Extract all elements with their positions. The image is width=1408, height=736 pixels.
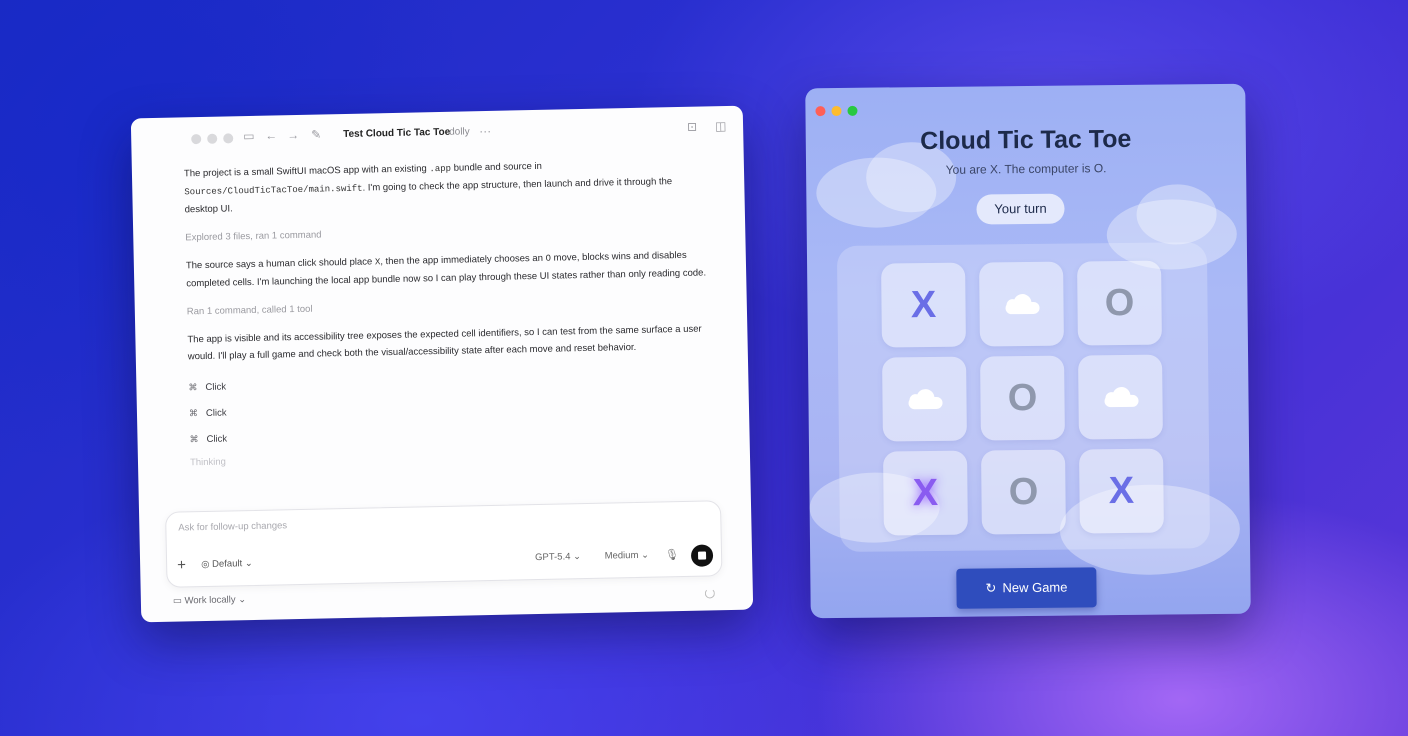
thread-title: Test Cloud Tic Tac Toe (343, 126, 451, 141)
assistant-message: The app is visible and its accessibility… (187, 323, 702, 363)
game-window: Cloud Tic Tac Toe You are X. The compute… (805, 83, 1251, 619)
cloud-icon (1001, 293, 1041, 315)
cell-6[interactable]: X (883, 450, 968, 536)
action-label: Click (205, 407, 227, 419)
composer-input[interactable]: Ask for follow-up changes (178, 520, 287, 533)
loading-spinner-icon (704, 588, 715, 599)
tool-action-click[interactable]: ⌘ Click (188, 368, 708, 395)
chat-window: ▭ ← → ✎ Test Cloud Tic Tac Toe dolly ···… (130, 105, 754, 623)
tool-action-click[interactable]: ⌘ Click (189, 420, 709, 447)
add-attachment-button[interactable]: + (177, 556, 186, 574)
minimize-window-button[interactable] (831, 105, 842, 117)
cell-8[interactable]: X (1079, 448, 1164, 534)
command-icon: ⌘ (189, 433, 199, 444)
cell-7[interactable]: O (981, 449, 1066, 535)
x-mark: X (1108, 469, 1135, 512)
cell-3[interactable] (882, 356, 967, 442)
command-icon: ⌘ (188, 381, 198, 392)
forward-arrow-icon[interactable]: → (287, 128, 299, 142)
restart-icon: ↻ (985, 580, 997, 596)
window-controls (815, 105, 858, 117)
command-icon: ⌘ (188, 407, 199, 418)
cloud-icon (1100, 386, 1140, 408)
model-selector[interactable]: GPT-5.4 ⌄ (535, 551, 581, 563)
assistant-message: The source says a human click should pla… (185, 249, 707, 290)
cloud-icon (904, 388, 944, 410)
panel-toggle-icon[interactable]: ◫ (715, 119, 727, 133)
transcript: The project is a small SwiftUI macOS app… (184, 154, 710, 468)
game-title: Cloud Tic Tac Toe (920, 124, 1132, 156)
close-window-button[interactable] (191, 133, 202, 145)
window-controls (191, 133, 234, 145)
cell-1[interactable] (979, 261, 1064, 347)
game-board: X O O X O X (836, 242, 1211, 552)
microphone-icon[interactable]: 🎙 (665, 548, 679, 561)
permission-selector[interactable]: ◎ Default ⌄ (201, 558, 253, 570)
chevron-down-icon: ⌄ (244, 558, 253, 570)
chevron-down-icon: ⌄ (238, 594, 247, 606)
stop-button[interactable] (690, 544, 714, 567)
new-chat-icon[interactable]: ✎ (311, 127, 321, 141)
minimize-window-button[interactable] (207, 133, 218, 144)
assistant-message: The project is a small SwiftUI macOS app… (183, 160, 673, 216)
activity-summary[interactable]: Explored 3 files, ran 1 command (185, 221, 705, 243)
effort-selector[interactable]: Medium ⌄ (605, 550, 650, 562)
cell-4[interactable]: O (980, 355, 1065, 441)
composer-toolbar: + ◎ Default ⌄ GPT-5.4 ⌄ Medium ⌄ 🎙 (167, 544, 721, 577)
shield-icon: ◎ (201, 558, 210, 571)
cell-5[interactable] (1078, 354, 1163, 440)
tool-action-click[interactable]: ⌘ Click (189, 394, 709, 421)
work-mode-selector[interactable]: ▭ Work locally ⌄ (173, 594, 246, 607)
turn-status-badge: Your turn (976, 193, 1065, 225)
activity-summary[interactable]: Ran 1 command, called 1 tool (187, 295, 707, 318)
cell-0[interactable]: X (881, 262, 966, 348)
back-arrow-icon[interactable]: ← (265, 128, 277, 142)
cell-2[interactable]: O (1077, 260, 1162, 346)
project-name: dolly (449, 126, 470, 138)
o-mark: O (1104, 281, 1135, 324)
more-options-icon[interactable]: ··· (479, 124, 491, 138)
title-bar: ▭ ← → ✎ Test Cloud Tic Tac Toe dolly ···… (131, 106, 744, 155)
chevron-down-icon: ⌄ (640, 549, 650, 561)
o-mark: O (1008, 470, 1039, 513)
close-window-button[interactable] (815, 106, 826, 117)
thinking-indicator: Thinking (189, 456, 227, 469)
chevron-down-icon: ⌄ (572, 551, 582, 563)
x-mark: X (910, 283, 937, 326)
composer[interactable]: Ask for follow-up changes + ◎ Default ⌄ … (165, 500, 723, 588)
sidebar-toggle-icon[interactable]: ▭ (243, 129, 255, 143)
action-label: Click (205, 381, 227, 393)
terminal-toggle-icon[interactable]: ⊡ (687, 120, 697, 134)
o-mark: O (1007, 376, 1038, 419)
x-mark: X (912, 471, 939, 514)
action-label: Click (206, 433, 228, 445)
laptop-icon: ▭ (172, 595, 183, 607)
zoom-window-button[interactable] (847, 105, 858, 116)
new-game-button[interactable]: ↻ New Game (956, 567, 1097, 609)
zoom-window-button[interactable] (223, 133, 234, 144)
stop-icon (697, 551, 707, 560)
